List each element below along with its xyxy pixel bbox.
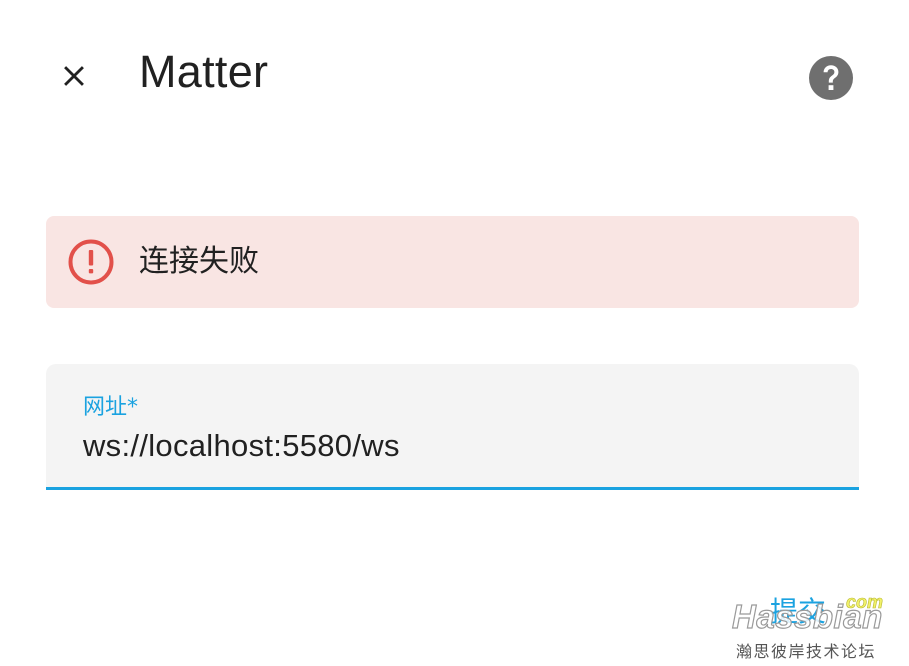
url-field-label: 网址* (83, 395, 139, 420)
submit-button[interactable]: 提交 (770, 594, 826, 630)
matter-dialog: Matter 连接失败 网址* 提交 com Hassbian 瀚思彼岸技术论坛 (0, 0, 909, 666)
dialog-title: Matter (139, 46, 269, 97)
help-circle-icon (809, 56, 853, 100)
url-input[interactable] (83, 424, 843, 468)
help-button[interactable] (806, 53, 856, 103)
watermark-suffix: com (846, 592, 884, 613)
close-button[interactable] (50, 52, 98, 100)
alert-message: 连接失败 (139, 244, 259, 279)
close-icon (64, 66, 84, 86)
alert-circle-icon (68, 239, 114, 285)
watermark-tagline: 瀚思彼岸技术论坛 (736, 642, 877, 661)
